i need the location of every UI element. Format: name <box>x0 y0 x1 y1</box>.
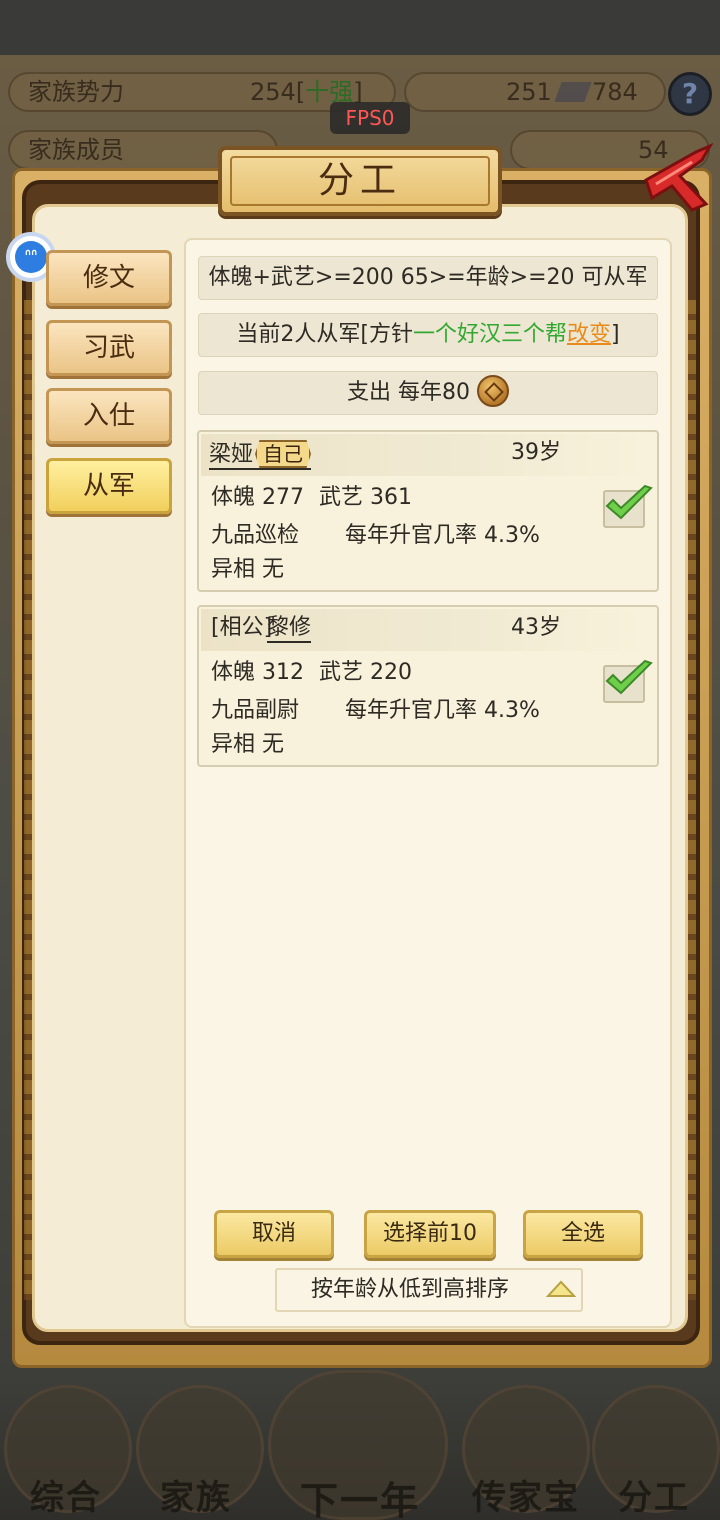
coin-count: 784 <box>592 78 638 106</box>
cancel-button[interactable]: 取消 <box>214 1210 334 1258</box>
expense-box: 支出 每年80 <box>198 371 658 415</box>
copper-coin-icon <box>477 375 509 407</box>
member-relation-prefix: [相公] <box>211 615 273 640</box>
checkmark-icon <box>605 484 653 520</box>
close-icon[interactable] <box>636 140 720 220</box>
tab-officialdom[interactable]: 入仕 <box>46 388 172 444</box>
change-policy-link[interactable]: 改变 <box>567 322 611 347</box>
member-name: 梁娅 <box>209 442 254 467</box>
member-rank: 九品巡检 <box>211 523 300 548</box>
member-name-link[interactable]: 黎修 <box>267 615 312 643</box>
member-card: [相公] 黎修 43岁 体魄 312 武艺 220 九品副尉 每年升官几率 4.… <box>197 605 659 767</box>
member-physique: 体魄 277 <box>211 485 304 510</box>
fps-counter: FPS0 <box>330 102 410 134</box>
sort-label: 按年龄从低到高排序 <box>311 1277 510 1302</box>
nav-division-label: 分工 <box>618 1478 690 1518</box>
checkmark-icon <box>605 659 653 695</box>
requirement-text: 体魄+武艺>=200 65>=年龄>=20 可从军 <box>198 256 658 300</box>
family-power-rank-open: [ <box>295 78 306 106</box>
expense-label: 支出 每年80 <box>347 380 470 405</box>
triangle-up-icon[interactable] <box>546 1280 576 1298</box>
assistant-face-icon: ᐢᐢ <box>15 241 47 273</box>
family-power-value: 254 <box>250 78 296 106</box>
member-martial: 武艺 220 <box>319 660 412 685</box>
policy-box: 当前2人从军[方针一个好汉三个帮改变] <box>198 313 658 357</box>
policy-suffix: ] <box>611 322 620 347</box>
panel-title: 分工 <box>317 160 402 201</box>
self-tag-badge: 自己 <box>255 440 312 468</box>
member-checkbox[interactable] <box>603 484 653 528</box>
member-martial: 武艺 361 <box>319 485 412 510</box>
help-icon[interactable]: ? <box>668 72 712 116</box>
currency-bar: 251 784 <box>404 72 666 112</box>
silver-count: 251 <box>506 78 552 106</box>
nav-family-label: 家族 <box>160 1478 232 1518</box>
select-all-button[interactable]: 全选 <box>523 1210 643 1258</box>
family-members-label: 家族成员 <box>28 136 124 164</box>
policy-prefix: 当前2人从军[方针 <box>236 322 413 347</box>
member-card: 梁娅 自己 39岁 体魄 277 武艺 361 九品巡检 每年升官几率 4.3% … <box>197 430 659 592</box>
member-rank: 九品副尉 <box>211 698 300 723</box>
panel-title-plate: 分工 <box>218 146 502 216</box>
member-physique: 体魄 312 <box>211 660 304 685</box>
sort-dropdown[interactable]: 按年龄从低到高排序 <box>275 1268 583 1312</box>
member-trait: 异相 无 <box>211 557 284 582</box>
member-promotion-rate: 每年升官几率 4.3% <box>345 523 540 548</box>
tab-martial[interactable]: 习武 <box>46 320 172 376</box>
policy-name: 一个好汉三个帮 <box>412 322 567 347</box>
nav-overview-label: 综合 <box>30 1478 102 1518</box>
member-age: 39岁 <box>511 440 561 465</box>
nav-heirloom-label: 传家宝 <box>472 1478 580 1518</box>
tab-military[interactable]: 从军 <box>46 458 172 514</box>
nav-next-year-label: 下一年 <box>300 1479 421 1520</box>
member-name-link[interactable]: 梁娅 自己 <box>209 440 312 470</box>
member-name: 黎修 <box>267 615 312 640</box>
silver-ingot-icon <box>554 82 592 102</box>
select-top10-button[interactable]: 选择前10 <box>364 1210 496 1258</box>
tab-literature[interactable]: 修文 <box>46 250 172 306</box>
member-promotion-rate: 每年升官几率 4.3% <box>345 698 540 723</box>
member-trait: 异相 无 <box>211 732 284 757</box>
family-power-label: 家族势力 <box>28 78 124 106</box>
member-age: 43岁 <box>511 615 561 640</box>
member-checkbox[interactable] <box>603 659 653 703</box>
